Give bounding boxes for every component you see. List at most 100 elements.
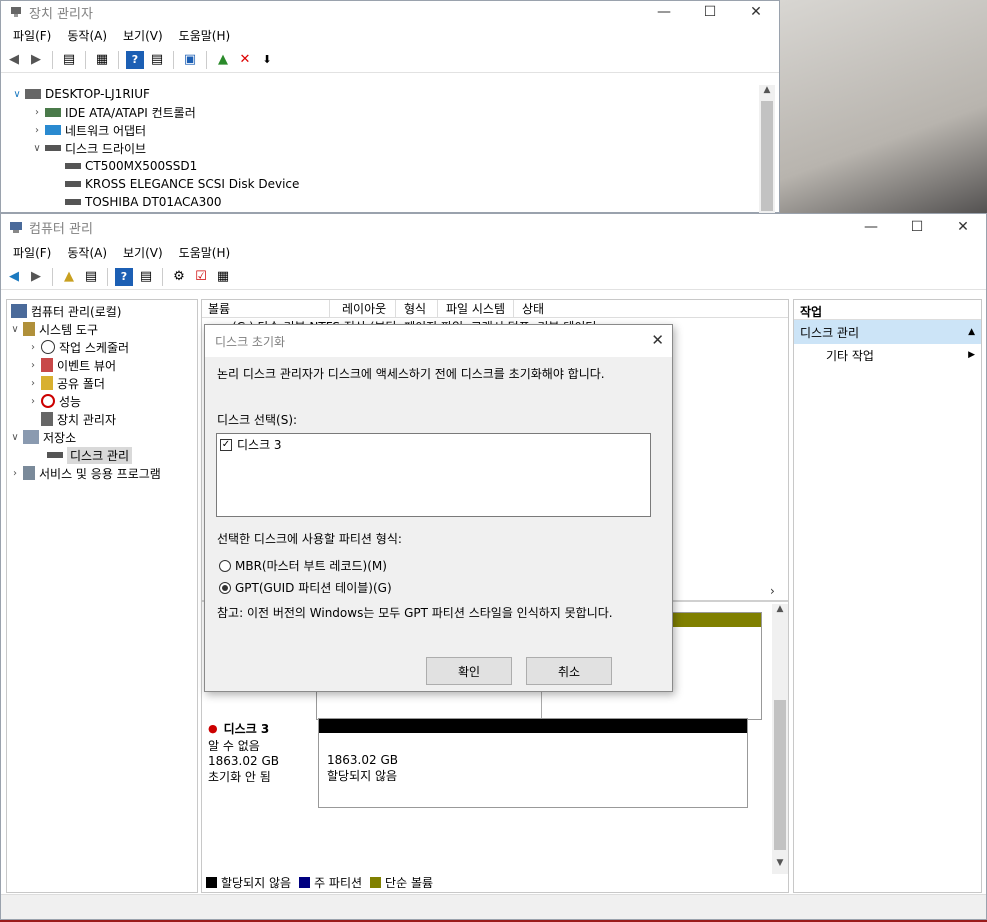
device-tree-scrollbar[interactable]: ▲	[759, 85, 775, 213]
chevron-right-icon[interactable]: ›	[29, 125, 45, 136]
col-volume[interactable]: 볼륨	[202, 300, 330, 317]
network-adapter-icon	[45, 125, 61, 135]
nav-services[interactable]: › 서비스 및 응용 프로그램	[7, 464, 197, 482]
checklist-icon[interactable]: ☑	[192, 268, 210, 286]
chevron-right-icon[interactable]: ›	[25, 360, 41, 371]
col-status[interactable]: 상태	[514, 300, 544, 317]
help-icon[interactable]: ?	[126, 50, 144, 69]
menu-help[interactable]: 도움말(H)	[171, 244, 239, 261]
dialog-note: 참고: 이전 버전의 Windows는 모두 GPT 파티션 스타일을 인식하지…	[217, 606, 613, 620]
col-filesystem[interactable]: 파일 시스템	[438, 300, 514, 317]
nav-storage[interactable]: ∨ 저장소	[7, 428, 197, 446]
maximize-button[interactable]: ☐	[894, 214, 940, 240]
disk3-name: 디스크 3	[223, 722, 270, 736]
scroll-up-icon[interactable]: ▲	[759, 85, 775, 101]
scroll-thumb[interactable]	[761, 101, 773, 211]
device-manager-titlebar[interactable]: 장치 관리자 — ☐ ✕	[1, 1, 779, 23]
scroll-thumb[interactable]	[774, 700, 786, 850]
close-button[interactable]: ✕	[940, 214, 986, 240]
nav-shared-folders[interactable]: › 공유 폴더	[7, 374, 197, 392]
scan-hardware-icon[interactable]: ⬇	[258, 51, 276, 69]
tree-item-label: KROSS ELEGANCE SCSI Disk Device	[85, 177, 300, 191]
update-driver-icon[interactable]: ▲	[214, 51, 232, 69]
disk3-checkbox[interactable]: ✓	[220, 438, 232, 451]
forward-arrow-icon[interactable]: ▶	[27, 51, 45, 69]
col-type[interactable]: 형식	[396, 300, 438, 317]
disk-select-list[interactable]: ✓ 디스크 3	[216, 433, 651, 517]
dialog-close-icon[interactable]: ✕	[651, 331, 664, 349]
scroll-up-icon[interactable]: ▲	[772, 604, 788, 620]
minimize-button[interactable]: —	[848, 214, 894, 240]
nav-task-scheduler[interactable]: › 작업 스케줄러	[7, 338, 197, 356]
mbr-option[interactable]: MBR(마스터 부트 레코드)(M)	[219, 557, 387, 574]
nav-pane: 컴퓨터 관리(로컬) ∨ 시스템 도구 › 작업 스케줄러 › 이벤트 뷰어 › 공유 …	[6, 299, 198, 893]
computer-management-titlebar[interactable]: 컴퓨터 관리 — ☐ ✕	[1, 214, 986, 240]
properties-icon[interactable]: ▦	[214, 268, 232, 286]
tree-item[interactable]: CT500MX500SSD1	[9, 157, 759, 175]
help-icon[interactable]: ?	[115, 267, 133, 286]
chevron-right-icon[interactable]: ›	[25, 342, 41, 353]
maximize-button[interactable]: ☐	[687, 1, 733, 23]
connect-icon[interactable]: ⚙	[170, 268, 188, 286]
chevron-down-icon[interactable]: ∨	[9, 89, 25, 100]
nav-event-viewer[interactable]: › 이벤트 뷰어	[7, 356, 197, 374]
tree-item[interactable]: › IDE ATA/ATAPI 컨트롤러	[9, 103, 759, 121]
chevron-right-icon[interactable]: ›	[7, 468, 23, 479]
scroll-right-icon[interactable]: ›	[770, 584, 775, 598]
menu-view[interactable]: 보기(V)	[115, 27, 171, 44]
tree-item[interactable]: KROSS ELEGANCE SCSI Disk Device	[9, 175, 759, 193]
nav-system-tools[interactable]: ∨ 시스템 도구	[7, 320, 197, 338]
nav-device-manager[interactable]: 장치 관리자	[7, 410, 197, 428]
menu-help[interactable]: 도움말(H)	[171, 27, 239, 44]
gpt-option[interactable]: GPT(GUID 파티션 테이블)(G)	[219, 579, 392, 596]
disk-view-scrollbar[interactable]: ▲ ▼	[772, 604, 788, 874]
close-button[interactable]: ✕	[733, 1, 779, 23]
cancel-button[interactable]: 취소	[526, 657, 612, 685]
legend: 할당되지 않음 주 파티션 단순 볼륨	[206, 874, 433, 891]
gpt-radio[interactable]	[219, 581, 231, 594]
minimize-button[interactable]: —	[641, 1, 687, 23]
up-folder-icon[interactable]: ▲	[60, 268, 78, 286]
monitor-icon[interactable]: ▣	[181, 51, 199, 69]
chevron-down-icon[interactable]: ∨	[7, 432, 23, 443]
menu-view[interactable]: 보기(V)	[115, 244, 171, 261]
nav-performance[interactable]: › 성능	[7, 392, 197, 410]
actions-more[interactable]: 기타 작업 ▶	[794, 344, 981, 366]
uninstall-icon[interactable]: ✕	[236, 51, 254, 69]
menu-file[interactable]: 파일(F)	[5, 27, 59, 44]
forward-arrow-icon[interactable]: ▶	[27, 268, 45, 286]
mbr-radio[interactable]	[219, 559, 231, 572]
console-tree-icon[interactable]: ▤	[82, 268, 100, 286]
back-arrow-icon[interactable]: ◀	[5, 268, 23, 286]
menu-file[interactable]: 파일(F)	[5, 244, 59, 261]
menu-action[interactable]: 동작(A)	[59, 27, 115, 44]
chevron-down-icon[interactable]: ∨	[7, 324, 23, 335]
col-layout[interactable]: 레이아웃	[330, 300, 396, 317]
nav-disk-management[interactable]: 디스크 관리	[7, 446, 197, 464]
disk-list-item[interactable]: ✓ 디스크 3	[217, 434, 650, 455]
action-pane-icon[interactable]: ▤	[148, 51, 166, 69]
collapse-icon[interactable]: ▲	[968, 327, 975, 337]
console-tree-icon[interactable]: ▤	[60, 51, 78, 69]
chevron-right-icon[interactable]: ›	[25, 378, 41, 389]
action-pane-icon[interactable]: ▤	[137, 268, 155, 286]
chevron-right-icon[interactable]: ›	[25, 396, 41, 407]
scroll-down-icon[interactable]: ▼	[772, 858, 788, 874]
back-arrow-icon[interactable]: ◀	[5, 51, 23, 69]
disk3-partition[interactable]: 1863.02 GB 할당되지 않음	[318, 718, 748, 808]
tree-item[interactable]: ∨ 디스크 드라이브	[9, 139, 759, 157]
tree-item[interactable]: › 네트워크 어댑터	[9, 121, 759, 139]
tools-icon	[23, 322, 35, 336]
chevron-right-icon[interactable]: ›	[29, 107, 45, 118]
dialog-titlebar[interactable]: 디스크 초기화 ✕	[205, 325, 672, 357]
menu-action[interactable]: 동작(A)	[59, 244, 115, 261]
nav-root[interactable]: 컴퓨터 관리(로컬)	[7, 302, 197, 320]
actions-section-disk-management[interactable]: 디스크 관리 ▲	[794, 320, 981, 344]
toolbar-separator	[173, 50, 174, 69]
tree-item[interactable]: TOSHIBA DT01ACA300	[9, 193, 759, 211]
properties-icon[interactable]: ▦	[93, 51, 111, 69]
chevron-down-icon[interactable]: ∨	[29, 143, 45, 154]
ok-button[interactable]: 확인	[426, 657, 512, 685]
disk3-info[interactable]: ● 디스크 3 알 수 없음 1863.02 GB 초기화 안 됨	[208, 720, 316, 785]
tree-root[interactable]: ∨ DESKTOP-LJ1RIUF	[9, 85, 759, 103]
